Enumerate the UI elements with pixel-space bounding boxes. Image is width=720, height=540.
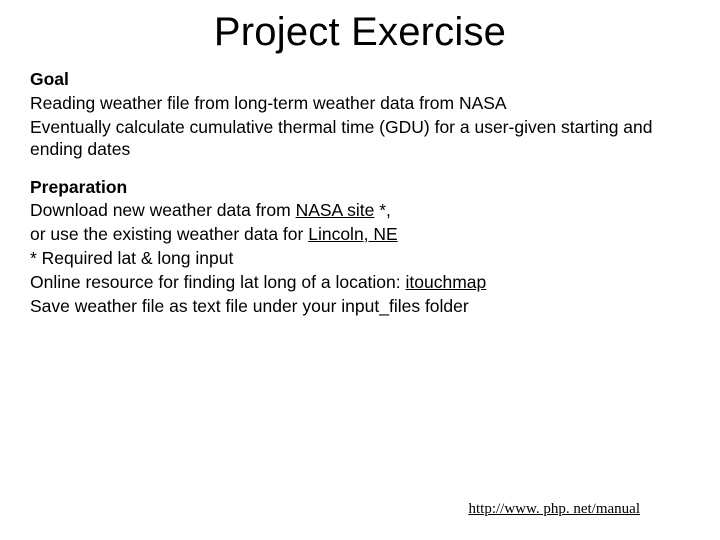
prep-indent-1: * Required lat & long input: [30, 248, 690, 270]
prep-line-3: Save weather file as text file under you…: [30, 296, 690, 318]
slide-body: Goal Reading weather file from long-term…: [30, 69, 690, 318]
slide-title: Project Exercise: [30, 10, 690, 55]
goal-line-1: Reading weather file from long-term weat…: [30, 93, 690, 115]
goal-heading: Goal: [30, 69, 690, 91]
prep-line-1a: Download new weather data from: [30, 200, 296, 220]
prep-line-2a: or use the existing weather data for: [30, 224, 308, 244]
section-gap: [30, 163, 690, 177]
itouchmap-link[interactable]: itouchmap: [406, 272, 487, 292]
footer-manual-link[interactable]: http://www. php. net/manual: [468, 501, 640, 518]
nasa-site-link[interactable]: NASA site: [296, 200, 375, 220]
lincoln-link[interactable]: Lincoln, NE: [308, 224, 398, 244]
goal-line-2: Eventually calculate cumulative thermal …: [30, 117, 690, 161]
prep-line-1: Download new weather data from NASA site…: [30, 200, 690, 222]
prep-line-1b: *,: [374, 200, 391, 220]
prep-indent-2: Online resource for finding lat long of …: [30, 272, 690, 294]
prep-heading: Preparation: [30, 177, 690, 199]
prep-indent-2a: Online resource for finding lat long of …: [30, 272, 406, 292]
prep-line-2: or use the existing weather data for Lin…: [30, 224, 690, 246]
slide: Project Exercise Goal Reading weather fi…: [0, 0, 720, 540]
